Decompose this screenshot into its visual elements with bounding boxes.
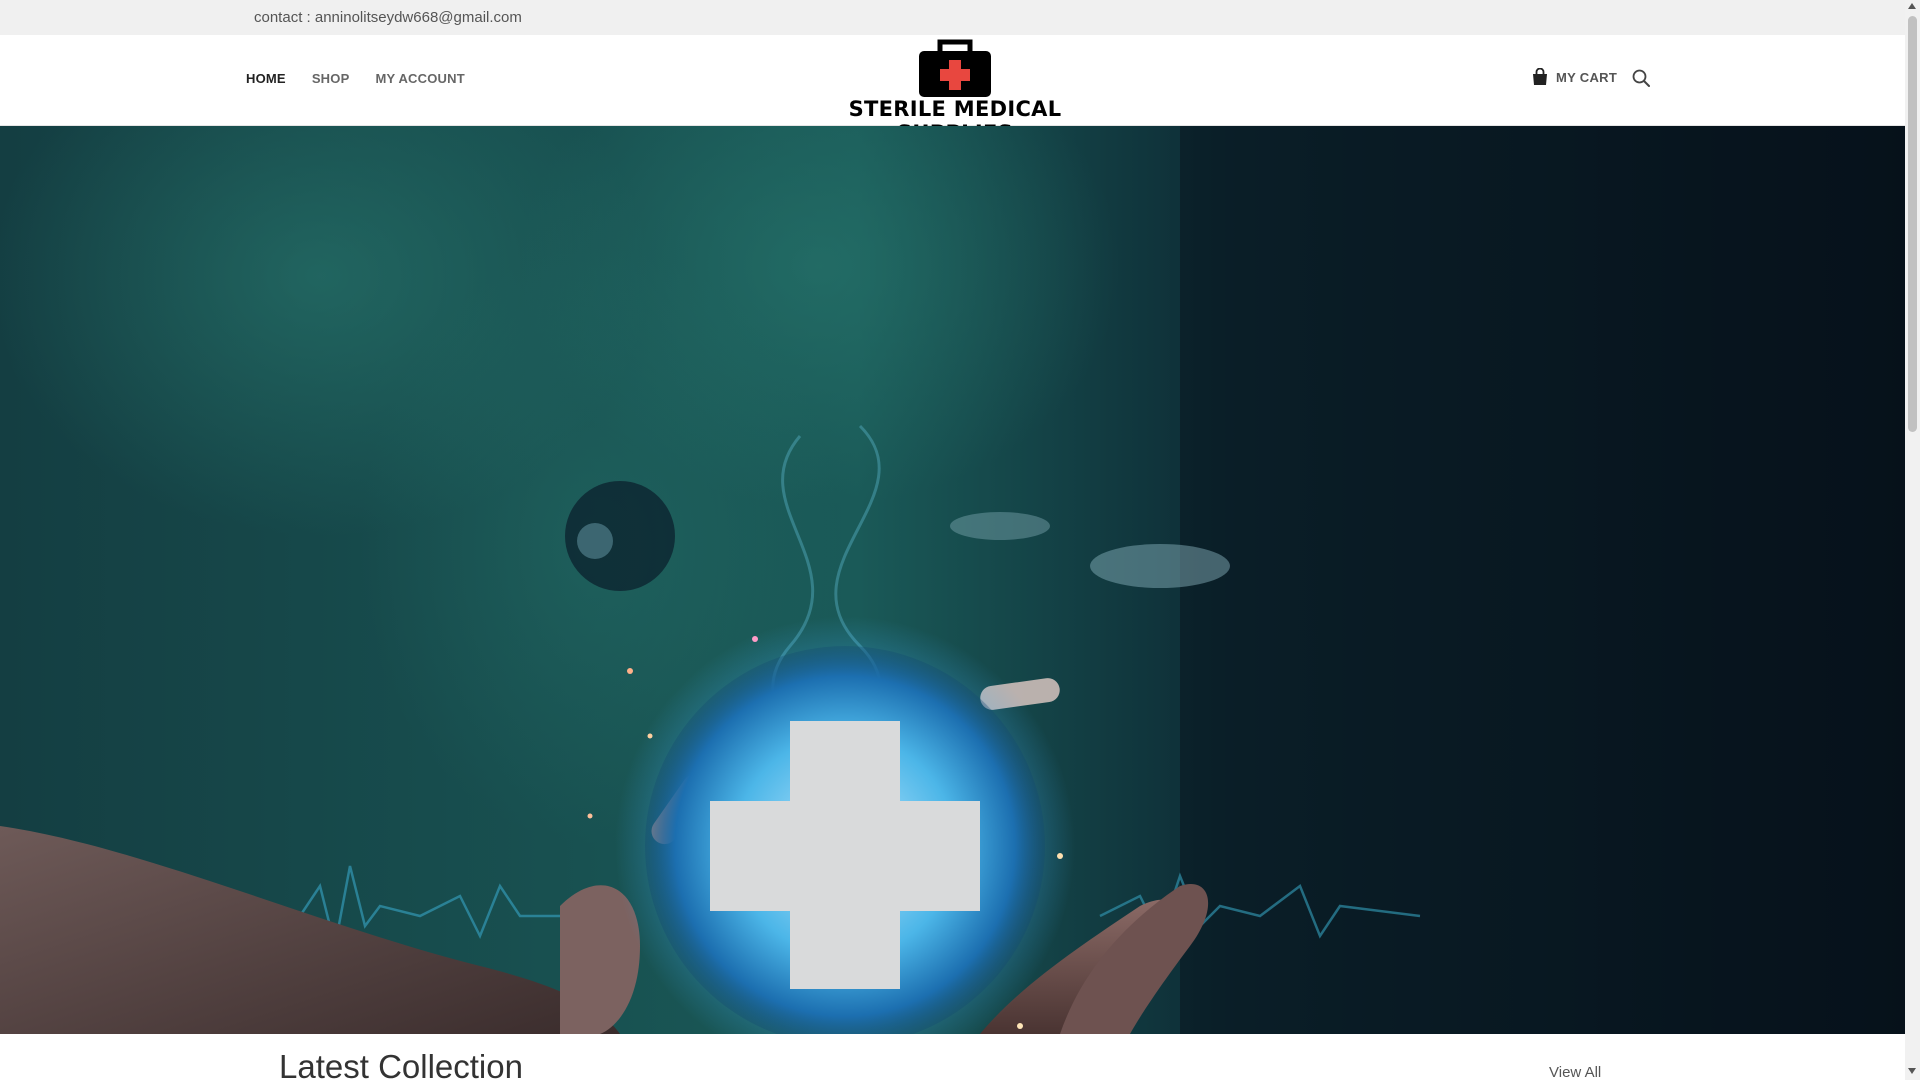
hero-image bbox=[0, 126, 1905, 1034]
hero-banner[interactable] bbox=[0, 126, 1905, 1034]
nav-item-home[interactable]: HOME bbox=[246, 71, 286, 86]
main-nav: HOME SHOP MY ACCOUNT bbox=[246, 71, 465, 86]
my-cart-button[interactable]: MY CART bbox=[1531, 68, 1617, 86]
site-logo[interactable]: STERILE MEDICAL SUPPLIES bbox=[790, 39, 1120, 145]
contact-email[interactable]: contact : anninolitseydw668@gmail.com bbox=[254, 9, 522, 26]
shopping-bag-icon bbox=[1533, 68, 1547, 85]
page: contact : anninolitseydw668@gmail.com HO… bbox=[0, 0, 1905, 1080]
nav-item-shop[interactable]: SHOP bbox=[312, 71, 350, 86]
scrollbar-thumb[interactable] bbox=[1908, 16, 1917, 432]
search-button[interactable] bbox=[1632, 69, 1650, 92]
section-title: Latest Collection bbox=[279, 1048, 523, 1080]
search-icon bbox=[1632, 69, 1650, 87]
scroll-up-arrow-icon[interactable] bbox=[1908, 3, 1916, 9]
top-bar: contact : anninolitseydw668@gmail.com bbox=[0, 0, 1905, 35]
scroll-down-arrow-icon[interactable] bbox=[1908, 1068, 1916, 1074]
view-all-link[interactable]: View All bbox=[1549, 1064, 1601, 1080]
my-cart-label: MY CART bbox=[1556, 69, 1618, 85]
nav-item-my-account[interactable]: MY ACCOUNT bbox=[375, 71, 464, 86]
medical-kit-icon bbox=[919, 39, 991, 97]
site-header: HOME SHOP MY ACCOUNT STERILE MEDICAL SUP… bbox=[0, 35, 1905, 145]
page-scrollbar[interactable] bbox=[1905, 0, 1920, 1080]
